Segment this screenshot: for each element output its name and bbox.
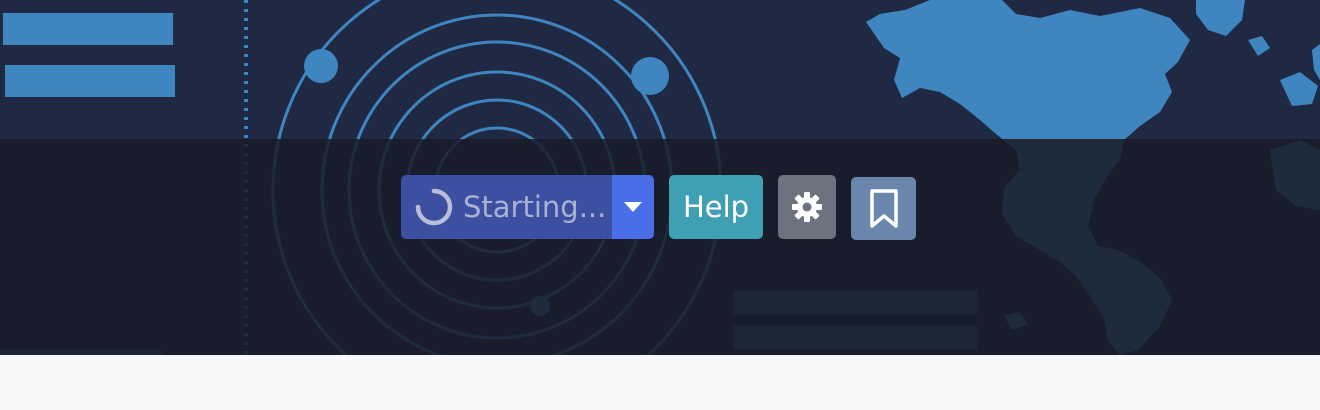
start-button[interactable]: Starting...: [401, 175, 612, 239]
start-dropdown-toggle[interactable]: [612, 175, 654, 239]
start-split-button: Starting...: [401, 175, 654, 239]
toolbar-overlay: [0, 139, 1320, 355]
start-button-label: Starting...: [463, 190, 607, 224]
spinner-icon: [415, 188, 453, 226]
decorative-bar: [3, 13, 173, 45]
caret-down-icon: [624, 202, 642, 212]
settings-button[interactable]: [778, 175, 836, 239]
help-button[interactable]: Help: [669, 175, 763, 239]
hero-banner: [0, 0, 1320, 355]
radar-dot: [304, 49, 338, 83]
radar-dot: [631, 57, 669, 95]
help-button-label: Help: [682, 190, 750, 224]
page-background: [0, 355, 1320, 410]
bookmark-button[interactable]: [851, 177, 916, 240]
gear-icon: [792, 192, 822, 222]
bookmark-icon: [869, 188, 898, 228]
decorative-bar: [5, 65, 175, 97]
